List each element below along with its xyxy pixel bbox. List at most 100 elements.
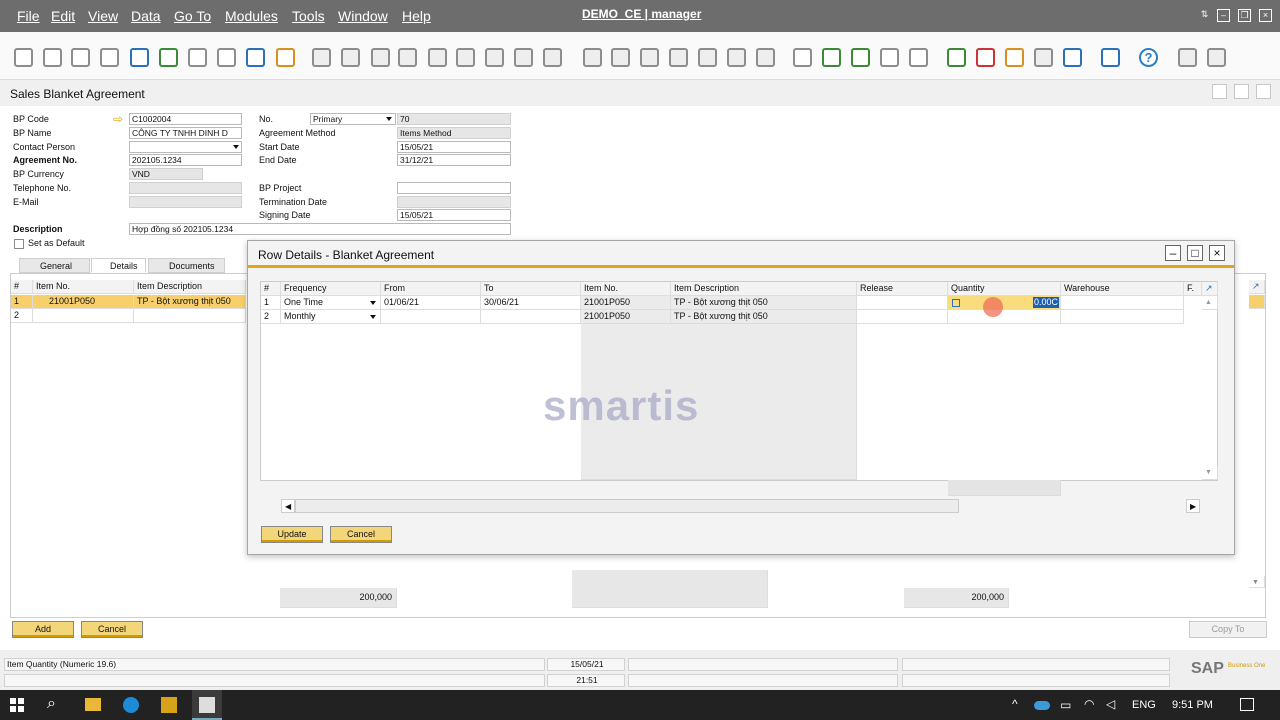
dialog-cancel-button[interactable]: Cancel — [330, 526, 392, 543]
copy-to-button[interactable]: Copy To — [1189, 621, 1267, 638]
agreement-no-field[interactable]: 202105.1234 — [129, 154, 242, 166]
help-icon[interactable]: ? — [1139, 48, 1158, 67]
email-icon[interactable] — [71, 48, 90, 67]
menu-window[interactable]: Window — [338, 8, 388, 24]
grid-row-item-description[interactable] — [134, 309, 246, 323]
message-icon[interactable] — [880, 48, 899, 67]
tab-details[interactable]: Details — [91, 258, 146, 273]
menu-modules[interactable]: Modules — [225, 8, 278, 24]
horizontal-scrollbar[interactable] — [295, 499, 959, 513]
description-field[interactable]: Hợp đồng số 202105.1234 — [129, 223, 511, 235]
scroll-right-icon[interactable]: ▶ — [1186, 499, 1200, 513]
dialog-row-to[interactable] — [481, 310, 581, 324]
dialog-column-settings-icon[interactable]: ↗ — [1202, 282, 1218, 296]
series-dropdown-arrow-icon[interactable] — [386, 117, 392, 121]
grid-row-item-no[interactable] — [33, 309, 134, 323]
menu-edit[interactable]: Edit — [51, 8, 75, 24]
cancel-button[interactable]: Cancel — [81, 621, 143, 638]
print-icon[interactable] — [43, 48, 62, 67]
base-document-icon[interactable] — [583, 48, 602, 67]
payment-means-icon[interactable] — [669, 48, 688, 67]
activity-icon[interactable] — [851, 48, 870, 67]
exit-icon[interactable] — [1207, 48, 1226, 67]
form-settings-icon[interactable] — [822, 48, 841, 67]
add-record-icon[interactable] — [341, 48, 360, 67]
set-as-default-checkbox[interactable] — [14, 239, 24, 249]
input-language[interactable]: ENG — [1132, 699, 1156, 711]
dialog-maximize-icon[interactable]: □ — [1187, 245, 1203, 261]
wifi-icon[interactable]: ◠ — [1084, 697, 1094, 711]
menu-tools[interactable]: Tools — [292, 8, 325, 24]
bp-code-field[interactable]: C1002004 — [129, 113, 242, 125]
minimize-icon[interactable]: – — [1217, 9, 1230, 22]
move-icon[interactable] — [246, 48, 265, 67]
dialog-row-to[interactable]: 30/06/21 — [481, 296, 581, 310]
onedrive-icon[interactable] — [1034, 701, 1050, 710]
show-hidden-icons-icon[interactable]: ^ — [1012, 697, 1018, 711]
tab-general[interactable]: General — [19, 258, 90, 273]
menu-help[interactable]: Help — [402, 8, 431, 24]
quantity-input[interactable]: 0.00C — [1033, 297, 1060, 308]
dialog-row-frequency[interactable]: Monthly — [281, 310, 381, 324]
target-document-icon[interactable] — [611, 48, 630, 67]
sap-taskbar-icon[interactable] — [199, 697, 215, 713]
start-date-field[interactable]: 15/05/21 — [397, 141, 511, 153]
menu-file[interactable]: File — [17, 8, 40, 24]
chat-icon[interactable] — [909, 48, 928, 67]
dialog-scroll-down-icon[interactable]: ▼ — [1202, 466, 1218, 480]
dialog-row-from[interactable] — [381, 310, 481, 324]
update-button[interactable]: Update — [261, 526, 323, 543]
filter-icon[interactable] — [514, 48, 533, 67]
system-clock[interactable]: 9:51 PM — [1172, 699, 1213, 711]
web-icon[interactable] — [1101, 48, 1120, 67]
dialog-row-quantity[interactable] — [948, 310, 1061, 324]
drag-relate-icon[interactable] — [1034, 48, 1053, 67]
alerts-icon[interactable] — [976, 48, 995, 67]
file-explorer-icon[interactable] — [85, 698, 101, 711]
settings-icon[interactable] — [1178, 48, 1197, 67]
end-date-field[interactable]: 31/12/21 — [397, 154, 511, 166]
menu-data[interactable]: Data — [131, 8, 161, 24]
dialog-close-icon[interactable]: × — [1209, 245, 1225, 261]
add-button[interactable]: Add — [12, 621, 74, 638]
volume-weight-icon[interactable] — [756, 48, 775, 67]
notifications-icon[interactable] — [1240, 698, 1254, 711]
next-record-icon[interactable] — [428, 48, 447, 67]
series-dropdown[interactable]: Primary — [310, 113, 396, 125]
form-minimize-icon[interactable] — [1212, 84, 1227, 99]
bp-project-field[interactable] — [397, 182, 511, 194]
last-record-icon[interactable] — [456, 48, 475, 67]
restore-icon[interactable]: ❐ — [1238, 9, 1251, 22]
previous-record-icon[interactable] — [398, 48, 417, 67]
windows-start-icon[interactable] — [10, 698, 24, 712]
column-settings-icon[interactable]: ↗ — [1249, 280, 1265, 294]
first-record-icon[interactable] — [371, 48, 390, 67]
grid-row-item-description[interactable]: TP - Bột xương thịt 050 — [134, 295, 246, 309]
link-arrow-icon[interactable]: ⇨ — [113, 112, 123, 126]
dialog-scroll-up-icon[interactable]: ▲ — [1202, 296, 1218, 310]
taskbar-app-icon[interactable] — [161, 697, 177, 713]
dialog-row-warehouse[interactable] — [1061, 310, 1184, 324]
edge-browser-icon[interactable] — [123, 697, 139, 713]
sort-icon[interactable] — [543, 48, 562, 67]
signing-date-field[interactable]: 15/05/21 — [397, 209, 511, 221]
dialog-row-warehouse[interactable] — [1061, 296, 1184, 310]
network-icon[interactable]: ▭ — [1060, 698, 1071, 712]
grid-scroll-down-icon[interactable]: ▼ — [1249, 576, 1265, 588]
dialog-row-frequency[interactable]: One Time — [281, 296, 381, 310]
grid-row-item-no[interactable]: 21001P050 — [33, 295, 134, 309]
bp-name-field[interactable]: CÔNG TY TNHH DINH D — [129, 127, 242, 139]
export-pdf-icon[interactable] — [217, 48, 236, 67]
preview-icon[interactable] — [14, 48, 33, 67]
gross-profit-icon[interactable] — [727, 48, 746, 67]
menu-goto[interactable]: Go To — [174, 8, 211, 24]
frequency-dropdown-arrow-icon[interactable] — [370, 315, 376, 319]
scroll-left-icon[interactable]: ◀ — [281, 499, 295, 513]
refresh-icon[interactable] — [485, 48, 504, 67]
edit-icon[interactable] — [793, 48, 812, 67]
dialog-row-from[interactable]: 01/06/21 — [381, 296, 481, 310]
reports-icon[interactable] — [1005, 48, 1024, 67]
close-icon[interactable]: × — [1259, 9, 1272, 22]
calendar-icon[interactable] — [947, 48, 966, 67]
export-word-icon[interactable] — [188, 48, 207, 67]
